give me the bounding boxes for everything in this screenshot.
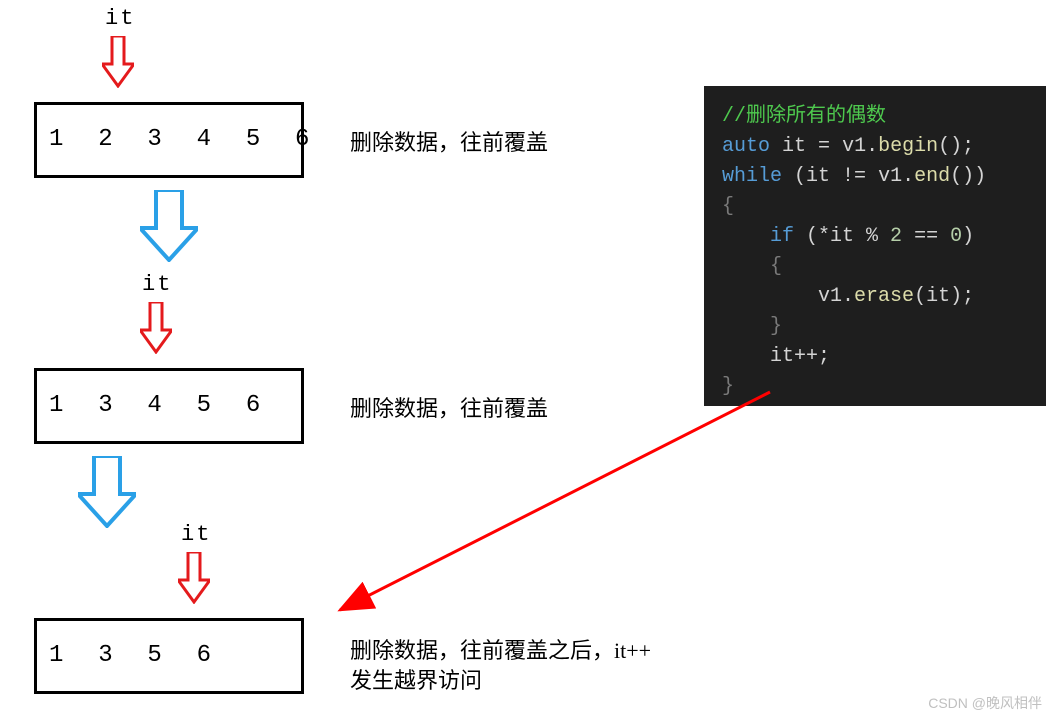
step3-array-box: 1 3 5 6	[34, 618, 304, 694]
down-arrow-blue-icon	[140, 190, 198, 262]
code-line-comment: //删除所有的偶数	[722, 102, 1028, 132]
step1-explain: 删除数据，往前覆盖	[350, 128, 548, 158]
down-arrow-red-icon	[178, 552, 210, 604]
diagram-container: it 1 2 3 4 5 6 删除数据，往前覆盖 it 1 3 4 5 6 删除…	[0, 0, 1050, 717]
down-arrow-blue-icon	[78, 456, 136, 528]
code-line-2: while (it != v1.end())	[722, 162, 1028, 192]
watermark: CSDN @晚风相伴	[928, 693, 1042, 713]
step2-explain: 删除数据，往前覆盖	[350, 394, 548, 424]
step3-explain: 删除数据，往前覆盖之后，it++ 发生越界访问	[350, 636, 651, 696]
code-line-3: {	[722, 192, 1028, 222]
code-line-8: it++;	[722, 342, 1028, 372]
step2-array-box: 1 3 4 5 6	[34, 368, 304, 444]
down-arrow-red-icon	[102, 36, 134, 88]
code-line-4: if (*it % 2 == 0)	[722, 222, 1028, 252]
code-line-1: auto it = v1.begin();	[722, 132, 1028, 162]
step2-it-label: it	[142, 272, 172, 297]
code-line-9: }	[722, 372, 1028, 402]
code-line-5: {	[722, 252, 1028, 282]
code-line-7: }	[722, 312, 1028, 342]
code-comment: //删除所有的偶数	[722, 105, 886, 128]
down-arrow-red-icon	[140, 302, 172, 354]
code-line-6: v1.erase(it);	[722, 282, 1028, 312]
step3-it-label: it	[181, 522, 211, 547]
step1-array-box: 1 2 3 4 5 6	[34, 102, 304, 178]
code-panel: //删除所有的偶数 auto it = v1.begin(); while (i…	[704, 86, 1046, 406]
step1-it-label: it	[105, 6, 135, 31]
